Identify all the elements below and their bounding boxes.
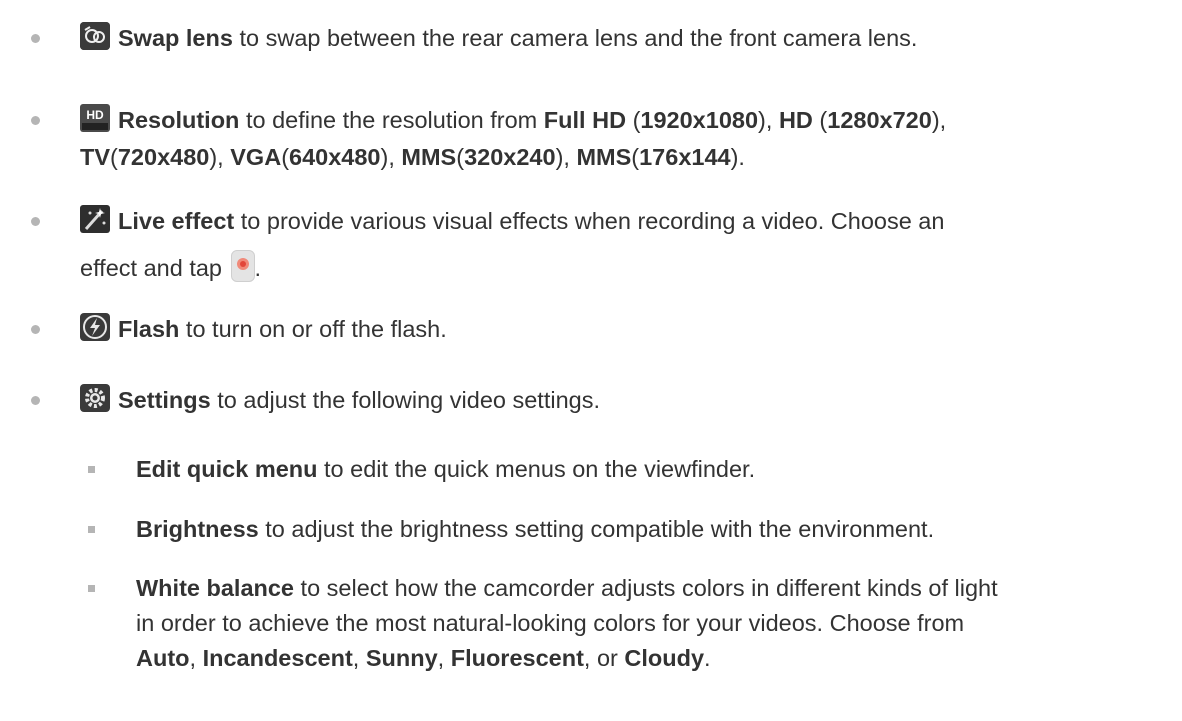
bullet (31, 325, 40, 334)
bullet (31, 396, 40, 405)
item-text: to swap between the rear camera lens and… (232, 25, 918, 51)
bullet (31, 34, 40, 43)
swap-lens-icon (80, 22, 110, 50)
subitem-text: to select how the camcorder adjusts colo… (294, 575, 998, 601)
item-label: Live effect (118, 208, 235, 234)
subitem-label: White balance (136, 575, 295, 601)
item-label: Swap lens (118, 25, 233, 51)
subitem-label: Brightness (136, 516, 259, 542)
bullet (31, 217, 40, 226)
square-bullet (88, 585, 95, 592)
item-text: to adjust the following video settings. (210, 387, 601, 413)
hd-resolution-icon: HD (80, 104, 110, 132)
item-label: Flash (118, 316, 180, 342)
item-label: Settings (118, 387, 211, 413)
subitem-text: to adjust the brightness setting compati… (258, 516, 935, 542)
settings-gear-icon (80, 384, 110, 412)
bullet (31, 116, 40, 125)
square-bullet (88, 466, 95, 473)
item-label: Resolution (118, 107, 240, 133)
item-text: to turn on or off the flash. (179, 316, 447, 342)
record-button-icon (230, 250, 255, 282)
subitem-text: to edit the quick menus on the viewfinde… (317, 456, 756, 482)
subitem-label: Edit quick menu (136, 456, 318, 482)
square-bullet (88, 526, 95, 533)
item-text: to provide various visual effects when r… (234, 208, 945, 234)
svg-text:HD: HD (86, 108, 104, 122)
flash-icon (80, 313, 110, 341)
live-effect-icon (80, 205, 110, 233)
